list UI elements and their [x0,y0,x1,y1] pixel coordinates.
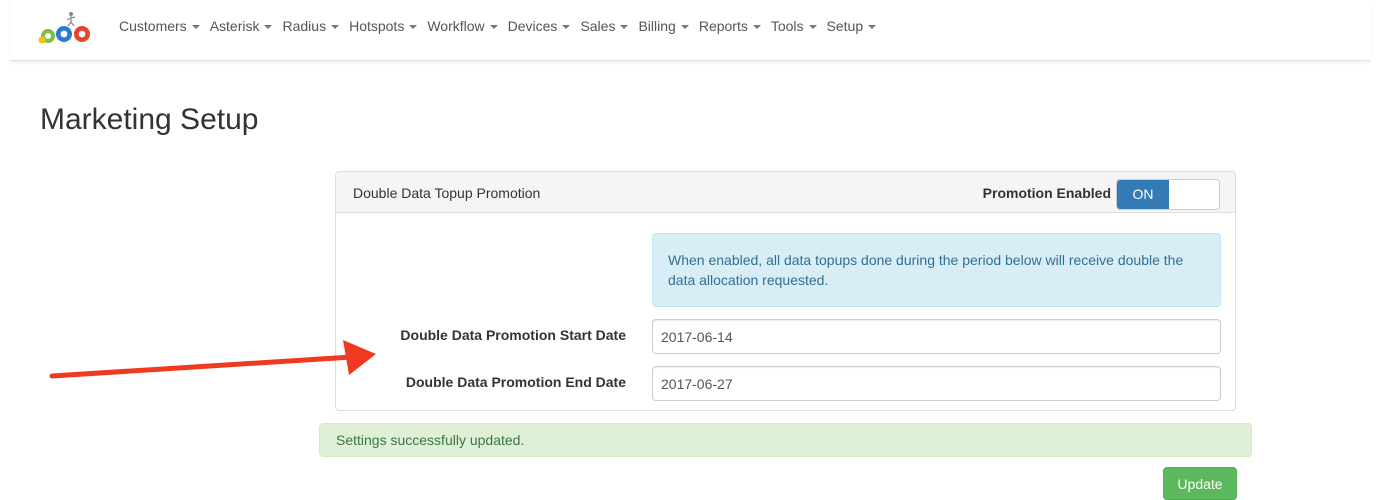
toggle-on-state: ON [1117,180,1169,209]
nav-devices[interactable]: Devices [503,16,576,36]
gears-logo-icon[interactable] [34,10,100,46]
nav-customers[interactable]: Customers [114,16,205,36]
caret-down-icon [808,25,817,30]
caret-down-icon [264,25,273,30]
top-navbar: Customers Asterisk Radius Hotspots Workf… [10,0,1370,61]
success-alert: Settings successfully updated. [319,423,1252,457]
promotion-enabled-label: Promotion Enabled [982,185,1111,201]
caret-down-icon [680,25,689,30]
start-date-input[interactable] [652,319,1221,354]
nav-setup[interactable]: Setup [822,16,882,36]
main-menu: Customers Asterisk Radius Hotspots Workf… [114,16,881,36]
promotion-panel: Double Data Topup Promotion Promotion En… [335,171,1236,411]
nav-billing[interactable]: Billing [633,16,693,36]
caret-down-icon [752,25,761,30]
caret-down-icon [868,25,877,30]
caret-down-icon [409,25,418,30]
start-date-label: Double Data Promotion Start Date [400,327,626,343]
nav-workflow[interactable]: Workflow [422,16,502,36]
caret-down-icon [489,25,498,30]
promotion-enabled-toggle[interactable]: ON [1116,179,1220,210]
update-button[interactable]: Update [1163,467,1237,500]
info-alert: When enabled, all data topups done durin… [652,233,1221,307]
caret-down-icon [620,25,629,30]
nav-reports[interactable]: Reports [694,16,766,36]
page-title: Marketing Setup [40,103,259,136]
panel-title: Double Data Topup Promotion [353,185,541,201]
nav-asterisk[interactable]: Asterisk [205,16,278,36]
end-date-input[interactable] [652,366,1221,401]
nav-hotspots[interactable]: Hotspots [344,16,422,36]
nav-tools[interactable]: Tools [766,16,822,36]
nav-sales[interactable]: Sales [575,16,633,36]
caret-down-icon [331,25,340,30]
caret-down-icon [562,25,571,30]
panel-heading: Double Data Topup Promotion Promotion En… [336,172,1235,213]
nav-radius[interactable]: Radius [277,16,344,36]
end-date-label: Double Data Promotion End Date [405,374,626,390]
caret-down-icon [191,25,200,30]
